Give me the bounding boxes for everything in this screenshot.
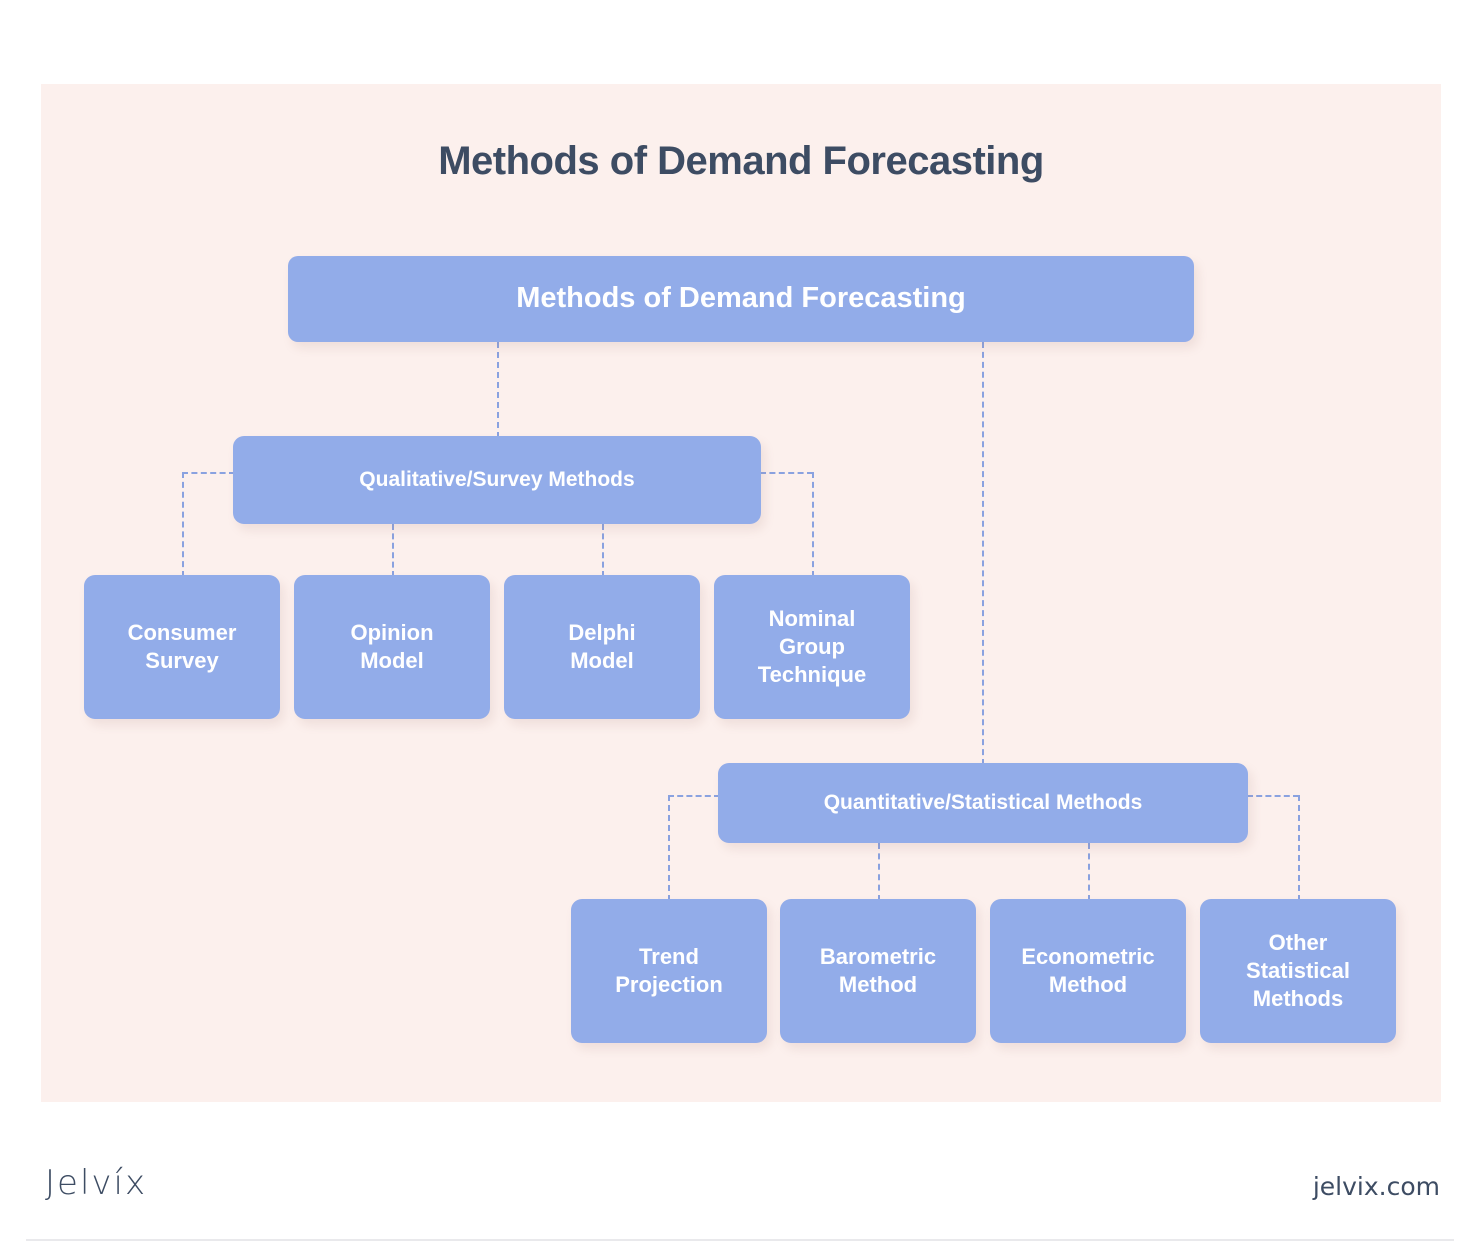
node-opinion-model[interactable]: Opinion Model: [294, 575, 490, 719]
connector-quantitative-left-horizontal: [668, 795, 720, 797]
connector-quantitative-to-barometric-method: [878, 843, 880, 901]
connector-qualitative-right-horizontal: [760, 472, 813, 474]
connector-quantitative-to-other-statistical-methods: [1298, 795, 1300, 901]
connector-quantitative-right-horizontal: [1247, 795, 1299, 797]
page-title: Methods of Demand Forecasting: [438, 139, 1044, 183]
jelvix-website-url[interactable]: jelvix.com: [1313, 1172, 1440, 1201]
connector-qualitative-left-horizontal: [182, 472, 235, 474]
node-root[interactable]: Methods of Demand Forecasting: [288, 256, 1194, 342]
jelvix-logo: Jelvíx: [45, 1163, 148, 1203]
connector-qualitative-to-delphi-model: [602, 524, 604, 577]
node-delphi-model[interactable]: Delphi Model: [504, 575, 700, 719]
connector-quantitative-to-econometric-method: [1088, 843, 1090, 901]
page-root: Methods of Demand Forecasting Methods of…: [0, 0, 1480, 1242]
node-econometric-method[interactable]: Econometric Method: [990, 899, 1186, 1043]
connector-qualitative-to-opinion-model: [392, 524, 394, 577]
node-quantitative-statistical-methods[interactable]: Quantitative/Statistical Methods: [718, 763, 1248, 843]
diagram-panel: Methods of Demand Forecasting Methods of…: [41, 84, 1441, 1102]
connector-qualitative-to-nominal-group-technique: [812, 472, 814, 577]
connector-qualitative-to-consumer-survey: [182, 472, 184, 577]
connector-root-to-quantitative: [982, 342, 984, 765]
connector-root-to-qualitative: [497, 342, 499, 438]
node-consumer-survey[interactable]: Consumer Survey: [84, 575, 280, 719]
node-barometric-method[interactable]: Barometric Method: [780, 899, 976, 1043]
node-qualitative-survey-methods[interactable]: Qualitative/Survey Methods: [233, 436, 761, 524]
node-trend-projection[interactable]: Trend Projection: [571, 899, 767, 1043]
node-nominal-group-technique[interactable]: Nominal Group Technique: [714, 575, 910, 719]
bottom-divider: [26, 1239, 1454, 1241]
node-other-statistical-methods[interactable]: Other Statistical Methods: [1200, 899, 1396, 1043]
connector-quantitative-to-trend-projection: [668, 795, 670, 901]
